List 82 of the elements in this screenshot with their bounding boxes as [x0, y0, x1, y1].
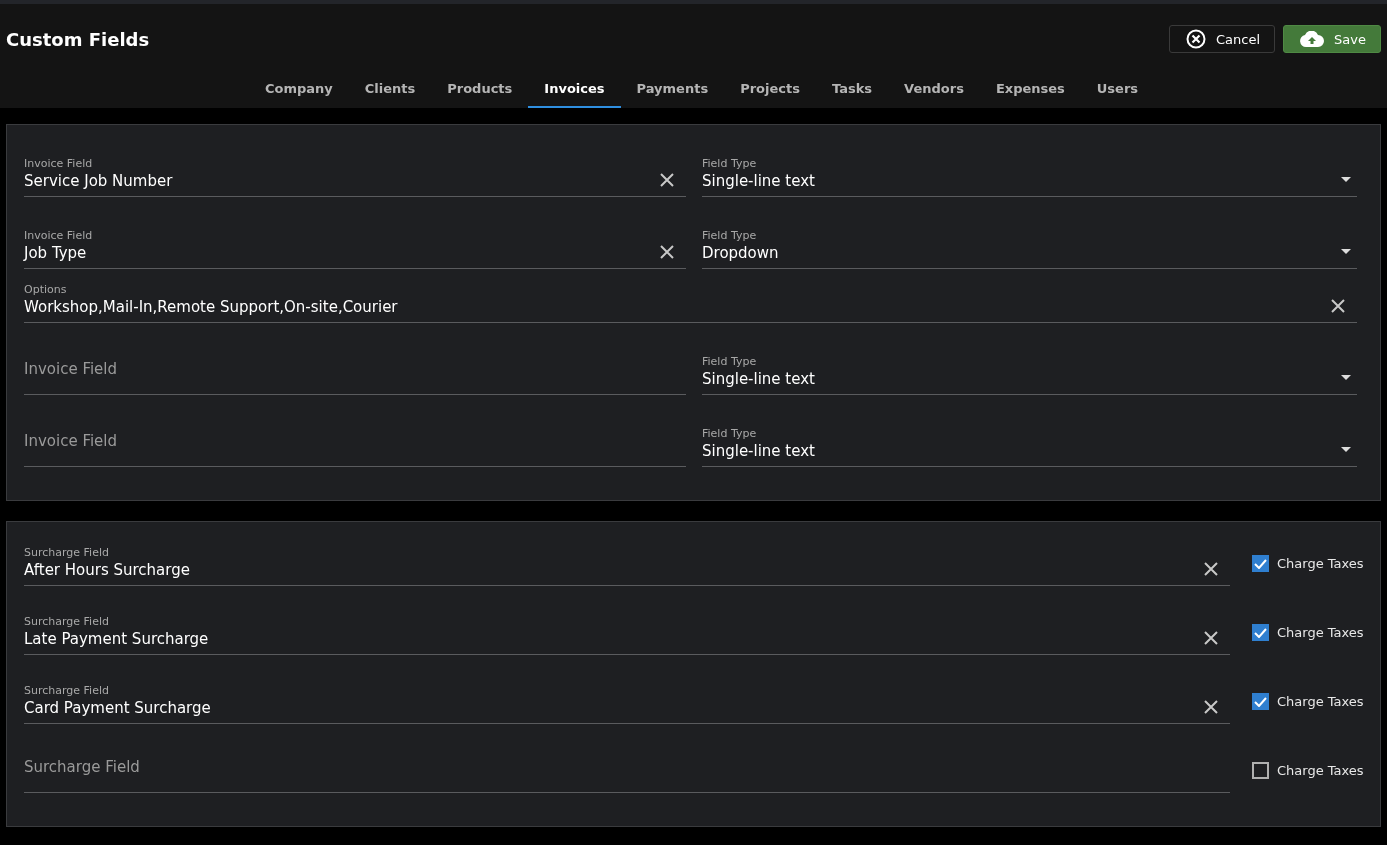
tab[interactable]: Users [1080, 70, 1155, 108]
text-field[interactable]: Invoice Field Service Job Number [24, 147, 686, 197]
cloud-upload-icon [1300, 31, 1325, 47]
checkbox-label: Charge Taxes [1277, 694, 1364, 709]
tab[interactable]: Projects [724, 70, 816, 108]
text-field[interactable]: Surcharge Field [24, 743, 1230, 793]
text-field[interactable]: Surcharge Field Late Payment Surcharge [24, 605, 1230, 655]
field-value: Workshop,Mail-In,Remote Support,On-site,Courier [24, 297, 399, 317]
clear-button[interactable] [1204, 631, 1218, 645]
checkbox-label: Charge Taxes [1277, 625, 1364, 640]
close-icon [1186, 29, 1207, 49]
charge-taxes-checkbox[interactable]: Charge Taxes [1244, 555, 1372, 572]
field-label: Field Type [702, 157, 758, 171]
field-label: Invoice Field [24, 229, 94, 243]
charge-taxes-checkbox[interactable]: Charge Taxes [1244, 624, 1372, 641]
field-type-dropdown[interactable]: Field Type Single-line text [702, 345, 1357, 395]
checkbox[interactable] [1252, 693, 1269, 710]
field-value: Single-line text [702, 171, 816, 191]
text-field[interactable]: Surcharge Field Card Payment Surcharge [24, 674, 1230, 724]
text-field[interactable]: Invoice Field [24, 345, 686, 395]
check-icon [1254, 696, 1267, 707]
clear-button[interactable] [1331, 299, 1345, 313]
field-value: Card Payment Surcharge [24, 698, 212, 718]
clear-button[interactable] [1204, 562, 1218, 576]
tab[interactable]: Expenses [979, 70, 1081, 108]
text-field[interactable]: Invoice Field Job Type [24, 219, 686, 269]
tab[interactable]: Clients [348, 70, 432, 108]
clear-button[interactable] [660, 245, 674, 259]
field-placeholder: Surcharge Field [24, 757, 141, 777]
charge-taxes-checkbox[interactable]: Charge Taxes [1244, 693, 1372, 710]
field-value: Single-line text [702, 441, 816, 461]
dropdown-caret-icon [1341, 249, 1351, 254]
cancel-button[interactable]: Cancel [1169, 25, 1276, 53]
check-icon [1254, 627, 1267, 638]
field-type-dropdown[interactable]: Field Type Dropdown [702, 219, 1357, 269]
tab[interactable]: Company [248, 70, 349, 108]
tab[interactable]: Vendors [888, 70, 980, 108]
checkbox[interactable] [1252, 555, 1269, 572]
text-field[interactable]: Surcharge Field After Hours Surcharge [24, 536, 1230, 586]
field-value: Late Payment Surcharge [24, 629, 210, 649]
dropdown-caret-icon [1341, 447, 1351, 452]
field-type-dropdown[interactable]: Field Type Single-line text [702, 417, 1357, 467]
checkbox[interactable] [1252, 762, 1269, 779]
field-value: Dropdown [702, 243, 780, 263]
field-label: Surcharge Field [24, 615, 110, 629]
text-field[interactable]: Invoice Field [24, 417, 686, 467]
clear-icon [1204, 631, 1218, 645]
save-button[interactable]: Save [1283, 25, 1381, 53]
field-label: Surcharge Field [24, 684, 110, 698]
field-label: Options [24, 283, 68, 297]
dropdown-caret-icon [1341, 375, 1351, 380]
field-label: Field Type [702, 229, 758, 243]
checkbox[interactable] [1252, 624, 1269, 641]
tab[interactable]: Products [431, 70, 529, 108]
field-label: Field Type [702, 427, 758, 441]
clear-icon [660, 245, 674, 259]
clear-icon [1204, 700, 1218, 714]
clear-button[interactable] [1204, 700, 1218, 714]
field-value: Job Type [24, 243, 88, 263]
field-value: Service Job Number [24, 171, 174, 191]
field-label: Surcharge Field [24, 546, 110, 560]
field-value: After Hours Surcharge [24, 560, 191, 580]
clear-icon [1204, 562, 1218, 576]
checkbox-label: Charge Taxes [1277, 763, 1364, 778]
tab[interactable]: Invoices [528, 70, 621, 108]
tab[interactable]: Tasks [815, 70, 889, 108]
field-value: Single-line text [702, 369, 816, 389]
clear-button[interactable] [660, 173, 674, 187]
dropdown-caret-icon [1341, 177, 1351, 182]
clear-icon [1331, 299, 1345, 313]
field-type-dropdown[interactable]: Field Type Single-line text [702, 147, 1357, 197]
field-placeholder: Invoice Field [24, 359, 119, 379]
clear-icon [660, 173, 674, 187]
charge-taxes-checkbox[interactable]: Charge Taxes [1244, 762, 1372, 779]
tab[interactable]: Payments [620, 70, 725, 108]
check-icon [1254, 558, 1267, 569]
checkbox-label: Charge Taxes [1277, 556, 1364, 571]
page-title: Custom Fields [6, 28, 150, 50]
field-label: Invoice Field [24, 157, 94, 171]
field-label: Field Type [702, 355, 758, 369]
field-placeholder: Invoice Field [24, 431, 119, 451]
text-field[interactable]: Options Workshop,Mail-In,Remote Support,On-site,Courier [24, 273, 1357, 323]
